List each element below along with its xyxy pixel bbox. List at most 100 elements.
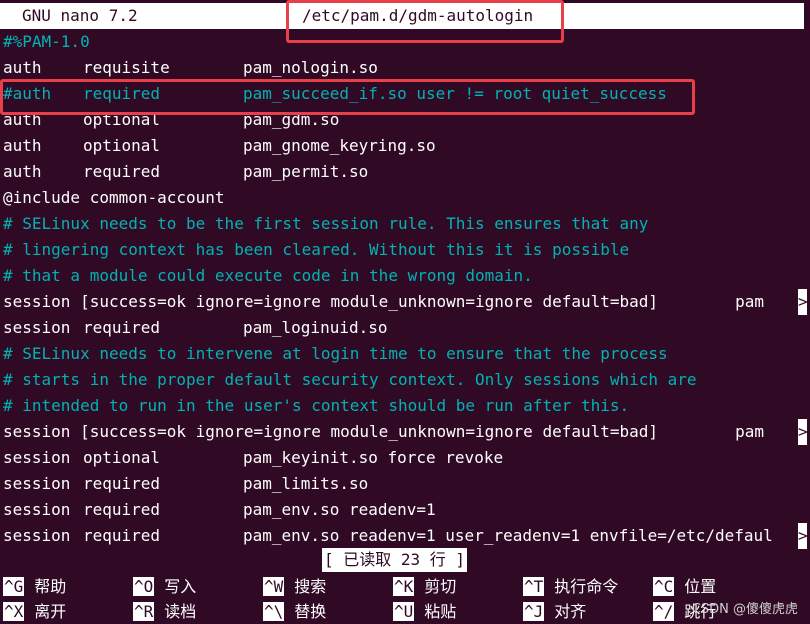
line-field-c1: session [success=ok ignore=ignore module… [3,422,764,441]
shortcut-item[interactable]: ^X 离开 [3,600,66,624]
line-field-c1: # intended to run in the user's context … [3,396,630,415]
shortcut-label: 替换 [294,602,327,621]
line-field-c1: #%PAM-1.0 [3,32,90,51]
editor-line[interactable]: session required pam_env.so readenv=1 [3,497,807,523]
shortcut-item[interactable]: ^J 对齐 [523,600,586,624]
shortcut-key: ^J [523,602,545,621]
line-continues-marker: > [798,523,808,549]
line-field-c1: # SELinux needs to intervene at login ti… [3,344,668,363]
shortcut-label: 读档 [164,602,197,621]
line-field-c1: # starts in the proper default security … [3,370,697,389]
editor-line[interactable]: auth required pam_permit.so [3,159,807,185]
line-field-c1: auth [3,136,42,155]
line-field-c3: pam_gdm.so [243,110,340,129]
shortcut-item[interactable]: ^T 执行命令 [523,575,618,599]
shortcut-label: 粘贴 [424,602,457,621]
line-field-c1: # that a module could execute code in th… [3,266,533,285]
title-bar: GNU nano 7.2 /etc/pam.d/gdm-autologin [0,3,804,29]
line-field-c2: required [83,500,161,519]
app-version: GNU nano 7.2 [22,6,138,25]
status-message: [ 已读取 23 行 ] [322,548,468,572]
editor-line[interactable]: auth optional pam_gnome_keyring.so [3,133,807,159]
line-field-c2: optional [83,110,161,129]
shortcut-label: 位置 [684,577,717,596]
shortcut-key: ^T [523,577,545,596]
line-field-c2: required [83,84,161,103]
editor-line[interactable]: # SELinux needs to intervene at login ti… [3,341,807,367]
line-field-c3: pam_loginuid.so [243,318,388,337]
shortcut-label: 帮助 [34,577,67,596]
shortcut-item[interactable]: ^G 帮助 [3,575,66,599]
editor-line[interactable]: # starts in the proper default security … [3,367,807,393]
shortcut-item[interactable]: ^C 位置 [653,575,716,599]
line-field-c1: # SELinux needs to be the first session … [3,214,649,233]
line-field-c1: # lingering context has been cleared. Wi… [3,240,630,259]
line-field-c2: required [83,474,161,493]
line-field-c3: pam_nologin.so [243,58,378,77]
line-field-c2: required [83,162,161,181]
shortcut-label: 剪切 [424,577,457,596]
editor-line[interactable]: #auth required pam_succeed_if.so user != r… [3,81,807,107]
line-field-c2: optional [83,448,161,467]
editor-line[interactable]: session required pam_limits.so [3,471,807,497]
editor-line[interactable]: # that a module could execute code in th… [3,263,807,289]
line-field-c1: session [3,318,71,337]
editor-line[interactable]: auth requisite pam_nologin.so [3,55,807,81]
line-field-c2: required [83,318,161,337]
editor-line[interactable]: # lingering context has been cleared. Wi… [3,237,807,263]
line-continues-marker: > [798,289,808,315]
line-field-c1: session [3,474,71,493]
line-field-c1: session [3,448,71,467]
shortcut-key: ^O [133,577,155,596]
shortcut-key: ^G [3,577,25,596]
shortcut-item[interactable]: ^\ 替换 [263,600,326,624]
line-field-c1: auth [3,58,42,77]
shortcut-item[interactable]: ^W 搜索 [263,575,326,599]
line-field-c3: pam_env.so readenv=1 [243,500,436,519]
editor-line[interactable]: # SELinux needs to be the first session … [3,211,807,237]
editor-line[interactable]: # intended to run in the user's context … [3,393,807,419]
editor-line[interactable]: #%PAM-1.0 [3,29,807,55]
shortcut-key: ^W [263,577,285,596]
editor-line[interactable]: auth optional pam_gdm.so [3,107,807,133]
shortcut-label: 写入 [164,577,197,596]
shortcut-item[interactable]: ^U 粘贴 [393,600,456,624]
editor-line[interactable]: session [success=ok ignore=ignore module… [3,419,808,445]
shortcut-key: ^R [133,602,155,621]
line-field-c1: session [3,500,71,519]
line-field-c3: pam_keyinit.so force revoke [243,448,504,467]
file-path: /etc/pam.d/gdm-autologin [302,6,534,25]
line-field-c3: pam_succeed_if.so user != root quiet_suc… [243,84,667,103]
shortcut-label: 对齐 [554,602,587,621]
shortcut-label: 离开 [34,602,67,621]
line-field-c3: pam_limits.so [243,474,369,493]
line-field-c3: pam_permit.so [243,162,369,181]
shortcut-key: ^/ [653,602,675,621]
shortcut-label: 搜索 [294,577,327,596]
editor-line[interactable]: session required pam_env.so readenv=1 user… [3,523,808,549]
line-field-c2: optional [83,136,161,155]
shortcut-key: ^X [3,602,25,621]
shortcut-item[interactable]: ^O 写入 [133,575,196,599]
line-continues-marker: > [798,419,808,445]
shortcut-key: ^\ [263,602,285,621]
line-field-c1: auth [3,110,42,129]
shortcut-item[interactable]: ^R 读档 [133,600,196,624]
line-field-c3: pam_gnome_keyring.so [243,136,436,155]
line-field-c1: #auth [3,84,52,103]
editor-line[interactable]: @include common-account [3,185,807,211]
line-field-c2: requisite [83,58,170,77]
shortcut-key: ^K [393,577,415,596]
line-field-c2: required [83,526,161,545]
shortcut-label: 执行命令 [554,577,619,596]
line-field-c3: pam_env.so readenv=1 user_readenv=1 envf… [243,526,773,545]
editor-line[interactable]: session [success=ok ignore=ignore module… [3,289,808,315]
shortcut-item[interactable]: ^K 剪切 [393,575,456,599]
line-field-c1: @include common-account [3,188,225,207]
editor-line[interactable]: session optional pam_keyinit.so force revo… [3,445,807,471]
line-field-c1: session [3,526,71,545]
watermark: CSDN @傻傻虎虎 [691,602,798,617]
editor-line[interactable]: session required pam_loginuid.so [3,315,807,341]
line-field-c1: session [success=ok ignore=ignore module… [3,292,764,311]
line-field-c1: auth [3,162,42,181]
